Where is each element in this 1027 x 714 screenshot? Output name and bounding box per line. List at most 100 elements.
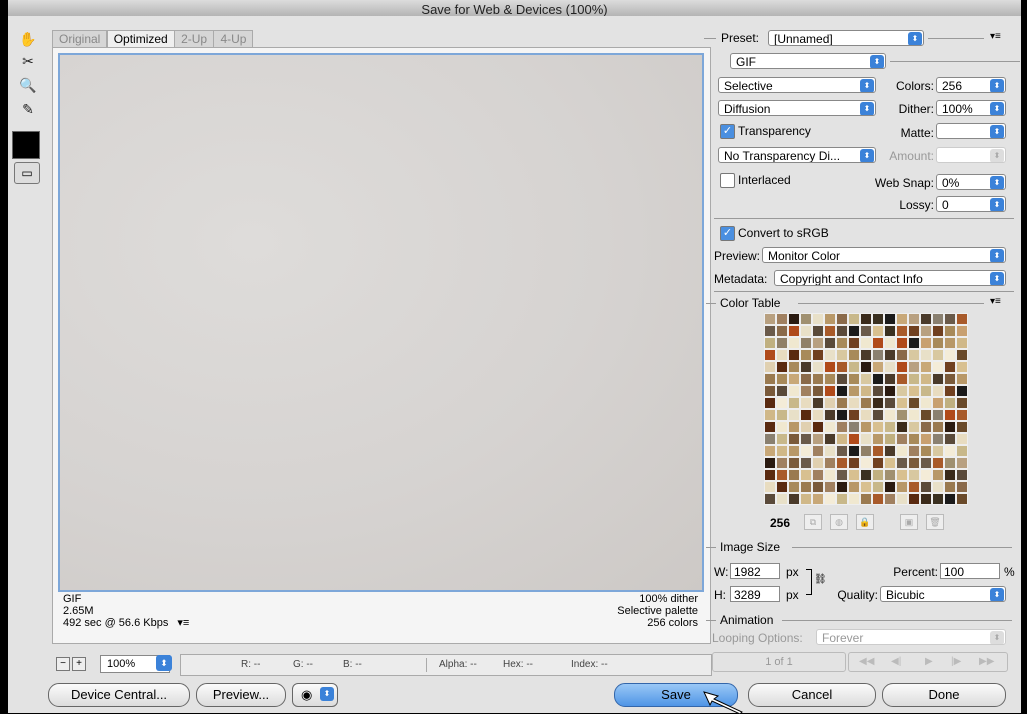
color-swatch[interactable]: [872, 433, 884, 445]
color-swatch[interactable]: [860, 421, 872, 433]
color-swatch[interactable]: [788, 457, 800, 469]
color-swatch[interactable]: [944, 481, 956, 493]
color-swatch[interactable]: [764, 349, 776, 361]
color-swatch[interactable]: [944, 493, 956, 505]
color-swatch[interactable]: [848, 313, 860, 325]
dither-amount-select[interactable]: 100% ⬍: [936, 100, 1006, 116]
slice-select-tool-icon[interactable]: ✂: [18, 52, 38, 70]
color-swatch[interactable]: [776, 313, 788, 325]
color-swatch[interactable]: [920, 457, 932, 469]
color-swatch[interactable]: [788, 421, 800, 433]
color-swatch[interactable]: [812, 457, 824, 469]
color-swatch[interactable]: [860, 361, 872, 373]
download-menu-icon[interactable]: ▾≡: [177, 617, 189, 629]
color-swatch[interactable]: [920, 433, 932, 445]
color-swatch[interactable]: [884, 457, 896, 469]
color-swatch[interactable]: [884, 325, 896, 337]
color-swatch[interactable]: [800, 457, 812, 469]
color-swatch[interactable]: [860, 337, 872, 349]
color-swatch[interactable]: [920, 385, 932, 397]
color-swatch[interactable]: [776, 397, 788, 409]
color-swatch[interactable]: [800, 361, 812, 373]
color-swatch[interactable]: [860, 469, 872, 481]
color-swatch[interactable]: [944, 409, 956, 421]
color-swatch[interactable]: [764, 325, 776, 337]
color-swatch[interactable]: [908, 445, 920, 457]
color-swatch[interactable]: [932, 469, 944, 481]
color-swatch[interactable]: [944, 313, 956, 325]
previous-frame-icon[interactable]: ◀|: [891, 653, 901, 671]
width-input[interactable]: 1982: [730, 563, 780, 579]
color-swatch[interactable]: [860, 445, 872, 457]
color-swatch[interactable]: [932, 445, 944, 457]
color-swatch[interactable]: [944, 469, 956, 481]
color-swatch[interactable]: [812, 481, 824, 493]
color-swatch[interactable]: [788, 349, 800, 361]
cancel-button[interactable]: Cancel: [748, 683, 876, 707]
web-shift-icon[interactable]: ◍: [830, 514, 848, 530]
color-swatch[interactable]: [800, 445, 812, 457]
color-swatch[interactable]: [908, 373, 920, 385]
color-swatch[interactable]: [920, 493, 932, 505]
color-swatch[interactable]: [860, 433, 872, 445]
color-swatch[interactable]: [848, 361, 860, 373]
color-swatch[interactable]: [908, 325, 920, 337]
color-swatch[interactable]: [908, 313, 920, 325]
color-swatch[interactable]: [812, 433, 824, 445]
delete-color-icon[interactable]: 🗑: [926, 514, 944, 530]
color-swatch[interactable]: [932, 409, 944, 421]
color-swatch[interactable]: [836, 409, 848, 421]
color-swatch[interactable]: [788, 325, 800, 337]
color-swatch[interactable]: [764, 397, 776, 409]
color-swatch[interactable]: [896, 385, 908, 397]
color-swatch[interactable]: [956, 433, 968, 445]
color-swatch[interactable]: [920, 313, 932, 325]
color-swatch[interactable]: [812, 385, 824, 397]
color-swatch[interactable]: [944, 445, 956, 457]
color-swatch[interactable]: [776, 457, 788, 469]
color-swatch[interactable]: [836, 313, 848, 325]
color-swatch[interactable]: [812, 421, 824, 433]
color-swatch[interactable]: [956, 457, 968, 469]
color-swatch[interactable]: [812, 313, 824, 325]
color-swatch[interactable]: [788, 409, 800, 421]
color-swatch[interactable]: [764, 445, 776, 457]
color-swatch[interactable]: [764, 493, 776, 505]
color-swatch[interactable]: [884, 445, 896, 457]
color-swatch[interactable]: [872, 397, 884, 409]
color-swatch[interactable]: [872, 421, 884, 433]
color-swatch[interactable]: [956, 493, 968, 505]
color-swatch[interactable]: [944, 361, 956, 373]
color-swatch[interactable]: [896, 421, 908, 433]
color-swatch[interactable]: [920, 397, 932, 409]
color-swatch[interactable]: [776, 469, 788, 481]
quality-select[interactable]: Bicubic ⬍: [880, 586, 1006, 602]
color-swatch[interactable]: [824, 397, 836, 409]
color-swatch[interactable]: [848, 385, 860, 397]
color-swatch[interactable]: [956, 409, 968, 421]
color-swatch[interactable]: [836, 469, 848, 481]
metadata-select[interactable]: Copyright and Contact Info ⬍: [774, 270, 1006, 286]
color-swatch[interactable]: [812, 361, 824, 373]
color-swatch[interactable]: [824, 337, 836, 349]
color-swatch[interactable]: [896, 373, 908, 385]
color-swatch[interactable]: [860, 313, 872, 325]
color-swatch[interactable]: [764, 409, 776, 421]
color-swatch[interactable]: [776, 325, 788, 337]
color-swatch[interactable]: [848, 481, 860, 493]
color-swatch[interactable]: [944, 397, 956, 409]
color-swatch[interactable]: [812, 337, 824, 349]
color-swatch[interactable]: [764, 433, 776, 445]
color-swatch[interactable]: [848, 421, 860, 433]
color-swatch[interactable]: [896, 409, 908, 421]
color-swatch[interactable]: [932, 373, 944, 385]
matte-select[interactable]: ⬍: [936, 123, 1006, 139]
last-frame-icon[interactable]: ▶▶: [979, 653, 994, 671]
color-swatch[interactable]: [812, 409, 824, 421]
color-swatch[interactable]: [872, 457, 884, 469]
color-swatch[interactable]: [860, 493, 872, 505]
color-swatch[interactable]: [848, 397, 860, 409]
color-swatch[interactable]: [884, 349, 896, 361]
color-swatch[interactable]: [920, 445, 932, 457]
color-swatch[interactable]: [920, 373, 932, 385]
